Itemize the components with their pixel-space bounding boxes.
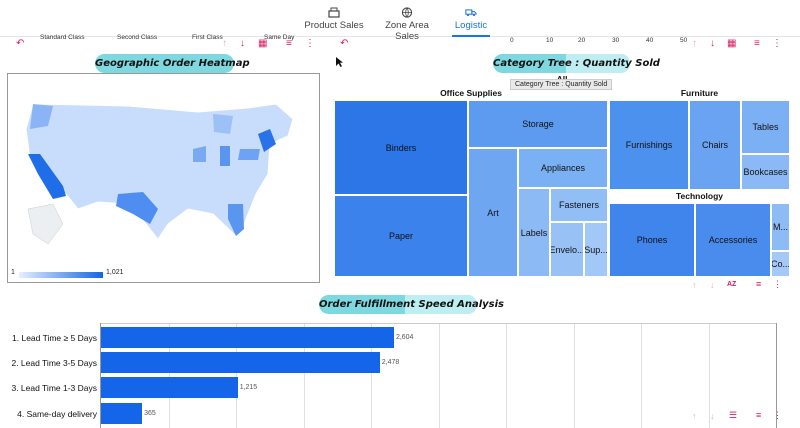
bar-value-label: 1,215 [239, 384, 258, 391]
mouse-cursor-icon [336, 57, 343, 67]
residue-second-class: Second Class [117, 34, 158, 41]
treemap-title-right: Quantity Sold [582, 58, 660, 69]
bar-value-label: 2,478 [381, 359, 400, 366]
arrow-up-icon[interactable]: ↑ [692, 411, 697, 421]
bar-category-label: 3. Lead Time 1-3 Days [11, 383, 97, 393]
fulfillment-bar-chart: 1. Lead Time ≥ 5 Days 2,604 2. Lead Time 3… [0, 323, 800, 428]
bar-category-label: 1. Lead Time ≥ 5 Days [12, 333, 97, 343]
residue-tick: 50 [680, 37, 688, 44]
cell-accessories[interactable]: Accessories [695, 203, 771, 277]
cell-binders[interactable]: Binders [334, 100, 468, 195]
cell-labels[interactable]: Labels [518, 188, 550, 277]
globe-icon [401, 7, 413, 18]
group-furniture: Furniture [609, 87, 790, 99]
bar-title-right: Speed Analysis [418, 299, 504, 310]
tab-zone-area-sales[interactable]: Zone Area Sales [373, 0, 441, 42]
legend-max: 1,021 [106, 269, 124, 276]
state-ak[interactable] [27, 203, 64, 245]
undo-icon[interactable]: ↶ [340, 38, 348, 49]
tab-logistic[interactable]: Logistic [452, 0, 490, 37]
bar-category-label: 2. Lead Time 3-5 Days [11, 358, 97, 368]
top-nav: Product Sales Zone Area Sales Logistic [0, 0, 800, 42]
residue-tick: 20 [578, 37, 586, 44]
cell-copiers[interactable]: Co... [771, 251, 790, 277]
residue-tick: 30 [612, 37, 620, 44]
residue-first-class: First Class [192, 34, 223, 41]
arrow-down-icon[interactable]: ↓ [710, 280, 715, 290]
filter-icon[interactable]: ≡ [756, 279, 761, 289]
cell-tables[interactable]: Tables [741, 100, 790, 154]
residue-tick: 40 [646, 37, 654, 44]
state-pa[interactable] [238, 149, 260, 160]
more-icon[interactable]: ⋮ [773, 410, 782, 421]
group-technology: Technology [609, 190, 790, 202]
state-oh[interactable] [220, 146, 230, 166]
arrow-down-icon[interactable]: ↓ [710, 411, 715, 421]
state-mi[interactable] [213, 114, 233, 134]
filter-icon[interactable]: ≡ [756, 410, 761, 420]
filter-icon[interactable]: ≡ [754, 38, 760, 49]
bar[interactable] [101, 352, 380, 373]
us-map [25, 103, 294, 245]
cell-appliances[interactable]: Appliances [518, 148, 608, 188]
cell-furnishings[interactable]: Furnishings [609, 100, 689, 190]
cell-machines[interactable]: M... [771, 203, 790, 251]
treemap-title-left: Category Tree : [493, 58, 580, 69]
bar[interactable] [101, 403, 143, 424]
chart-icon[interactable]: ▦ [258, 38, 267, 49]
cell-phones[interactable]: Phones [609, 203, 695, 277]
more-icon[interactable]: ⋮ [305, 38, 315, 49]
treemap-tooltip: Category Tree : Quantity Sold [510, 79, 613, 90]
bar[interactable] [101, 377, 238, 398]
cell-paper[interactable]: Paper [334, 195, 468, 277]
grid-line [438, 323, 440, 428]
map-title: Geographic Order Heatmap [95, 58, 250, 69]
grid-line [641, 323, 642, 428]
tab-product-sales[interactable]: Product Sales [300, 0, 368, 37]
cell-art[interactable]: Art [468, 148, 518, 277]
bar-category-label: 4. Same-day delivery [17, 409, 97, 419]
map-title-pill: Geographic Order Heatmap [95, 54, 250, 73]
arrow-up-icon[interactable]: ↑ [692, 280, 697, 290]
filter-icon[interactable]: ≡ [286, 38, 292, 49]
sliders-icon[interactable]: ☰ [729, 410, 737, 421]
bar-title-pill: Order Fulfillment Speed Analysis [319, 295, 504, 314]
arrow-up-icon[interactable]: ↑ [692, 38, 697, 49]
category-treemap[interactable]: All Office Supplies Furniture Binders Pa… [334, 73, 790, 277]
chart-icon[interactable]: ▦ [727, 38, 736, 49]
cell-chairs[interactable]: Chairs [689, 100, 741, 190]
cell-envelopes[interactable]: Envelo... [550, 222, 584, 277]
legend-min: 1 [11, 269, 15, 276]
bar-title-left: Order Fulfillment [319, 299, 416, 310]
grid-line [573, 323, 575, 428]
tab-label: Product Sales [304, 20, 364, 31]
cell-storage[interactable]: Storage [468, 100, 608, 148]
geo-heatmap[interactable]: 1 1,021 [7, 73, 320, 283]
cell-fasteners[interactable]: Fasteners [550, 188, 608, 222]
sort-az-icon[interactable]: AZ [727, 281, 736, 288]
residue-tick: 10 [546, 37, 554, 44]
bar-value-label: 2,604 [395, 334, 414, 341]
more-icon[interactable]: ⋮ [772, 38, 782, 49]
tab-label: Logistic [454, 20, 488, 31]
legend-gradient [19, 272, 103, 278]
arrow-down-icon[interactable]: ↓ [240, 38, 245, 49]
more-icon[interactable]: ⋮ [773, 279, 782, 290]
residue-standard-class: Standard Class [40, 34, 85, 41]
arrow-down-icon[interactable]: ↓ [710, 38, 715, 49]
truck-icon [465, 9, 477, 17]
treemap-title-pill: Category Tree : Quantity Sold [493, 54, 660, 73]
bar[interactable] [101, 327, 394, 348]
grid-line [506, 323, 507, 428]
cell-bookcases[interactable]: Bookcases [741, 154, 790, 190]
arrow-up-icon[interactable]: ↑ [222, 38, 227, 49]
cash-register-icon [328, 7, 340, 18]
tab-label: Zone Area Sales [385, 20, 429, 42]
residue-tick: 0 [510, 37, 514, 44]
cell-supplies[interactable]: Sup... [584, 222, 608, 277]
undo-icon[interactable]: ↶ [16, 38, 24, 49]
usa-shape [25, 103, 294, 240]
bar-value-label: 365 [144, 410, 156, 417]
